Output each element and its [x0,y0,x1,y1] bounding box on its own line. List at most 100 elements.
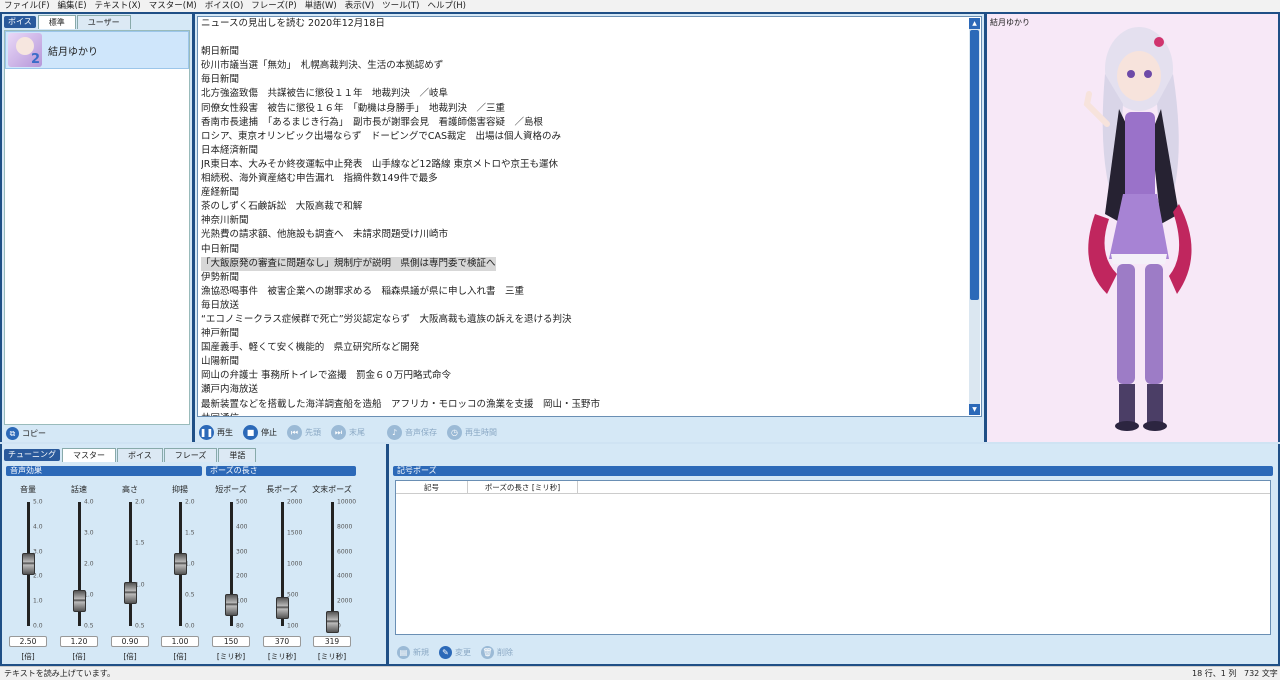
slider-1[interactable]: 話速 4.0 3.0 2.0 1.0 0.5 1.20 [倍] [57,484,101,664]
edit-button[interactable]: ✎ 変更 [439,646,471,659]
text-line[interactable]: 「大飯原発の審査に問題なし」規制庁が説明 県側は専門委で検証へ [201,256,966,271]
menu-item[interactable]: 表示(V) [345,0,374,12]
menu-item[interactable]: ツール(T) [382,0,419,12]
text-line[interactable]: 日本経済新聞 [201,144,966,158]
symbol-pause-panel: 記号ポーズ 記号 ポーズの長さ [ミリ秒] ▤ 新規 ✎ 変更 🗑 削除 [389,444,1278,664]
slider-knob[interactable] [225,594,238,617]
slider-6[interactable]: 文末ポーズ 1000080006000400020000 319 [ミリ秒] [310,484,356,664]
symbol-pause-table[interactable]: 記号 ポーズの長さ [ミリ秒] [395,480,1271,635]
menu-item[interactable]: テキスト(X) [95,0,141,12]
text-line[interactable]: 砂川市議当選「無効」 札幌高裁判決、生活の本拠認めず [201,59,966,73]
save-audio-button[interactable]: ♪ 音声保存 [387,425,437,440]
text-line[interactable]: 茶のしずく石鹸訴訟 大阪高裁で和解 [201,200,966,214]
text-line[interactable]: JR東日本、大みそか終夜運転中止発表 山手線など12路線 東京メトロや京王も運休 [201,158,966,172]
text-line[interactable]: 中日新聞 [201,243,966,257]
slider-unit: [ミリ秒] [267,652,297,661]
scroll-thumb[interactable] [970,30,979,300]
slider-knob[interactable] [124,581,137,604]
stop-button[interactable]: ■ 停止 [243,425,277,440]
menu-item[interactable]: ファイル(F) [4,0,50,12]
text-line[interactable]: ニュースの見出しを読む 2020年12月18日 [201,17,966,31]
slider-2[interactable]: 高さ 2.0 1.5 1.0 0.5 0.90 [倍] [108,484,152,664]
text-line[interactable]: 香南市長逮捕 「あるまじき行為」 副市長が謝罪会見 看護師傷害容疑 ／島根 [201,116,966,130]
voice-item-yukari[interactable]: 2 結月ゆかり [5,31,189,69]
character-illustration [1083,27,1192,431]
slider-unit: [ミリ秒] [216,652,246,661]
status-message: テキストを読み上げています。 [4,669,115,678]
slider-knob[interactable] [276,597,289,620]
slider-track[interactable] [331,502,334,626]
slider-value-field[interactable]: 0.90 [111,636,149,647]
slider-value-field[interactable]: 150 [212,636,250,647]
column-symbol[interactable]: 記号 [396,481,468,493]
menu-item[interactable]: マスター(M) [149,0,197,12]
text-line[interactable]: 同僚女性殺害 被告に懲役１６年 「動機は身勝手」 地裁判決 ／三重 [201,102,966,116]
menu-item[interactable]: ボイス(O) [205,0,244,12]
copy-button[interactable]: ⧉ コピー [6,427,46,440]
text-line[interactable]: 朝日新聞 [201,45,966,59]
text-line[interactable]: ロシア、東京オリンピック出場ならず ドーピングでCAS裁定 出場は個人資格のみ [201,130,966,144]
slider-value-field[interactable]: 319 [313,636,351,647]
text-line[interactable]: 漁協恐喝事件 被害企業への謝罪求める 稲森県議が県に申し入れ書 三重 [201,285,966,299]
text-lines[interactable]: ニュースの見出しを読む 2020年12月18日 朝日新聞 砂川市議当選「無効」 札… [201,17,966,416]
tab-standard[interactable]: 標準 [37,15,76,29]
slider-value-field[interactable]: 1.20 [60,636,98,647]
scroll-down-icon[interactable]: ▼ [969,404,980,415]
text-line[interactable]: “エコノミークラス症候群で死亡”労災認定ならず 大阪高裁も遺族の訴えを退ける判決 [201,313,966,327]
text-line[interactable]: 岡山の弁護士 事務所トイレで盗撮 罰金６０万円略式命令 [201,369,966,383]
text-editor[interactable]: ニュースの見出しを読む 2020年12月18日 朝日新聞 砂川市議当選「無効」 札… [197,16,982,417]
menu-item[interactable]: ヘルプ(H) [427,0,466,12]
slider-5[interactable]: 長ポーズ 2000 1500 1000 500 100 370 [ミリ秒] [260,484,304,664]
main-area: ボイス 標準 ユーザー 2 結月ゆかり ⧉ コピー ニュースの見出しを読む 20… [0,12,1280,442]
text-line[interactable]: 毎日放送 [201,299,966,313]
text-line[interactable]: 国産義手、軽くて安く機能的 県立研究所など開発 [201,341,966,355]
tab-phrase[interactable]: フレーズ [163,448,218,462]
slider-knob[interactable] [73,590,86,613]
tab-master[interactable]: マスター [62,448,116,462]
play-time-button[interactable]: ◷ 再生時間 [447,425,497,440]
text-line[interactable]: 神奈川新聞 [201,214,966,228]
text-line[interactable]: 毎日新聞 [201,73,966,87]
text-line[interactable]: 光熱費の請求額、他施設も調査へ 未請求問題受け川崎市 [201,228,966,242]
copy-icon: ⧉ [6,427,19,440]
slider-4[interactable]: 短ポーズ 500 400 300 200 100 80 150 [ミリ秒] [209,484,253,664]
delete-button[interactable]: 🗑 削除 [481,646,513,659]
new-icon: ▤ [397,646,410,659]
text-line[interactable]: 瀬戸内海放送 [201,383,966,397]
tab-voice[interactable]: ボイス [117,448,163,462]
slider-tick: 0.0 [33,622,43,630]
text-line[interactable] [201,31,966,45]
text-line[interactable]: 北方強盗致傷 共謀被告に懲役１１年 地裁判決 ／岐阜 [201,87,966,101]
text-line[interactable]: 山陽新聞 [201,355,966,369]
selected-text[interactable]: 「大飯原発の審査に問題なし」規制庁が説明 県側は専門委で検証へ [201,256,496,271]
tab-user[interactable]: ユーザー [76,15,131,29]
slider-knob[interactable] [22,553,35,575]
slider-value-field[interactable]: 370 [263,636,301,647]
scroll-up-icon[interactable]: ▲ [969,18,980,29]
head-button[interactable]: ⏮ 先頭 [287,425,321,440]
slider-label: 音量 [20,485,36,494]
text-line[interactable]: 共同通信 [201,412,966,416]
end-button[interactable]: ⏭ 末尾 [331,425,365,440]
text-line[interactable]: 最新装置などを搭載した海洋調査船を造船 アフリカ・モロッコの漁業を支援 岡山・玉… [201,398,966,412]
text-line[interactable]: 産経新聞 [201,186,966,200]
slider-track[interactable] [129,502,132,626]
text-line[interactable]: 相続税、海外資産絡む申告漏れ 指摘件数149件で最多 [201,172,966,186]
slider-value-field[interactable]: 2.50 [9,636,47,647]
slider-knob[interactable] [326,611,339,634]
slider-0[interactable]: 音量 5.0 4.0 3.0 2.0 1.0 0.0 2.50 [倍] [6,484,50,664]
play-button[interactable]: ❚❚ 再生 [199,425,233,440]
tab-word[interactable]: 単語 [218,448,257,462]
slider-3[interactable]: 抑揚 2.0 1.5 1.0 0.5 0.0 1.00 [倍] [158,484,202,664]
trash-icon: 🗑 [481,646,494,659]
menu-item[interactable]: 単語(W) [305,0,337,12]
slider-knob[interactable] [174,553,187,575]
menu-item[interactable]: 編集(E) [58,0,87,12]
column-pause-length[interactable]: ポーズの長さ [ミリ秒] [468,481,578,493]
text-line[interactable]: 神戸新聞 [201,327,966,341]
new-button[interactable]: ▤ 新規 [397,646,429,659]
menu-item[interactable]: フレーズ(P) [251,0,296,12]
slider-value-field[interactable]: 1.00 [161,636,199,647]
text-line[interactable]: 伊勢新聞 [201,271,966,285]
vertical-scrollbar[interactable]: ▲ ▼ [969,18,980,415]
